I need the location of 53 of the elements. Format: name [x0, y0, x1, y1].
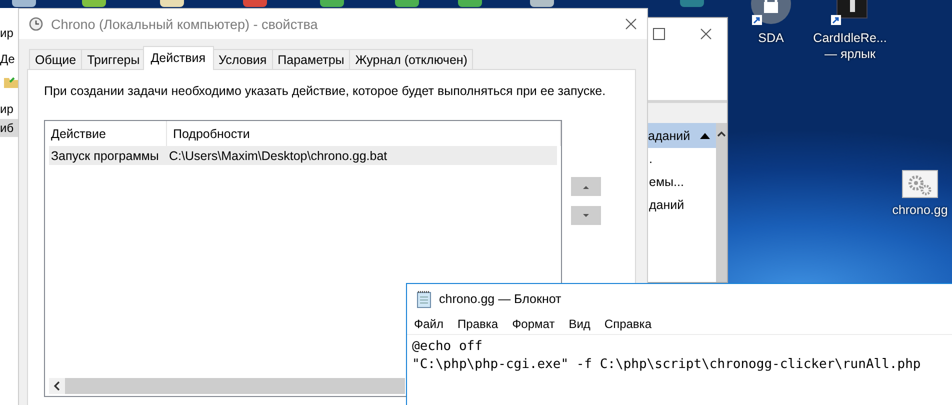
- close-icon[interactable]: [625, 18, 637, 30]
- scrollbar[interactable]: [716, 123, 727, 282]
- list-item[interactable]: даний: [648, 194, 716, 217]
- app-icon[interactable]: [530, 0, 554, 7]
- icon-label[interactable]: SDA: [758, 30, 784, 46]
- window-title: Chrono (Локальный компьютер) - свойства: [51, 16, 319, 32]
- window-text: Де: [0, 51, 16, 68]
- chevron-left-icon[interactable]: [49, 378, 65, 394]
- table-cell-text: C:\Users\Maxim\Desktop\chrono.gg.bat: [168, 148, 388, 165]
- sort-arrow-icon[interactable]: [700, 132, 710, 138]
- column-header[interactable]: аданий: [648, 123, 716, 148]
- chevron-up-icon[interactable]: [717, 131, 726, 137]
- info-icon[interactable]: [830, 0, 870, 26]
- table-row[interactable]: Запуск программы C:\Users\Maxim\Desktop\chrono.gg.bat: [49, 146, 557, 165]
- tab[interactable]: Параметры: [272, 49, 350, 70]
- close-icon[interactable]: [700, 28, 712, 40]
- tab[interactable]: Общие: [29, 49, 82, 70]
- triangle-down-icon: [582, 212, 590, 218]
- column-header-label: аданий: [648, 128, 690, 142]
- icon-label[interactable]: CardIdleRe... — ярлык: [813, 30, 887, 62]
- tab[interactable]: Действия: [142, 46, 214, 70]
- icon-label[interactable]: chrono.gg: [892, 202, 948, 218]
- gears-icon[interactable]: [902, 170, 938, 198]
- maximize-icon[interactable]: [653, 28, 665, 40]
- window-text: ир: [0, 25, 14, 42]
- folder-icon[interactable]: [4, 76, 18, 88]
- list-item[interactable]: емы...: [648, 171, 716, 194]
- menu-item[interactable]: Вид: [562, 317, 598, 331]
- scrollbar[interactable]: [49, 378, 405, 394]
- app-icon[interactable]: [395, 0, 419, 7]
- text-line: "C:\php\php-cgi.exe" -f C:\php\script\chronogg-clicker\runAll.php: [412, 356, 922, 374]
- menu-item[interactable]: Справка: [598, 317, 660, 331]
- clock-icon: [29, 17, 43, 31]
- tab[interactable]: Журнал (отключен): [349, 49, 474, 70]
- menu-item[interactable]: Файл: [408, 317, 452, 331]
- lock-icon[interactable]: [751, 0, 791, 26]
- app-icon[interactable]: [12, 0, 36, 7]
- menu-item[interactable]: Правка: [452, 317, 506, 331]
- window-text: ир: [0, 101, 14, 118]
- list-item[interactable]: .: [648, 148, 716, 171]
- description-text: При создании задачи необходимо указать действие, которое будет выполняться при ее запуске.: [44, 84, 607, 98]
- table-cell-text: Запуск программы: [50, 148, 160, 165]
- triangle-up-icon: [582, 184, 590, 190]
- app-icon[interactable]: [82, 0, 106, 7]
- tab[interactable]: Триггеры: [81, 49, 146, 70]
- window-text: иб: [0, 119, 18, 137]
- app-icon[interactable]: [320, 0, 344, 7]
- app-icon[interactable]: [160, 0, 184, 7]
- text-line: @echo off: [412, 338, 484, 356]
- app-icon[interactable]: [458, 0, 482, 7]
- notepad-icon: [416, 290, 432, 308]
- window-title: chrono.gg — Блокнот: [439, 292, 562, 306]
- menu-item[interactable]: Формат: [506, 317, 563, 331]
